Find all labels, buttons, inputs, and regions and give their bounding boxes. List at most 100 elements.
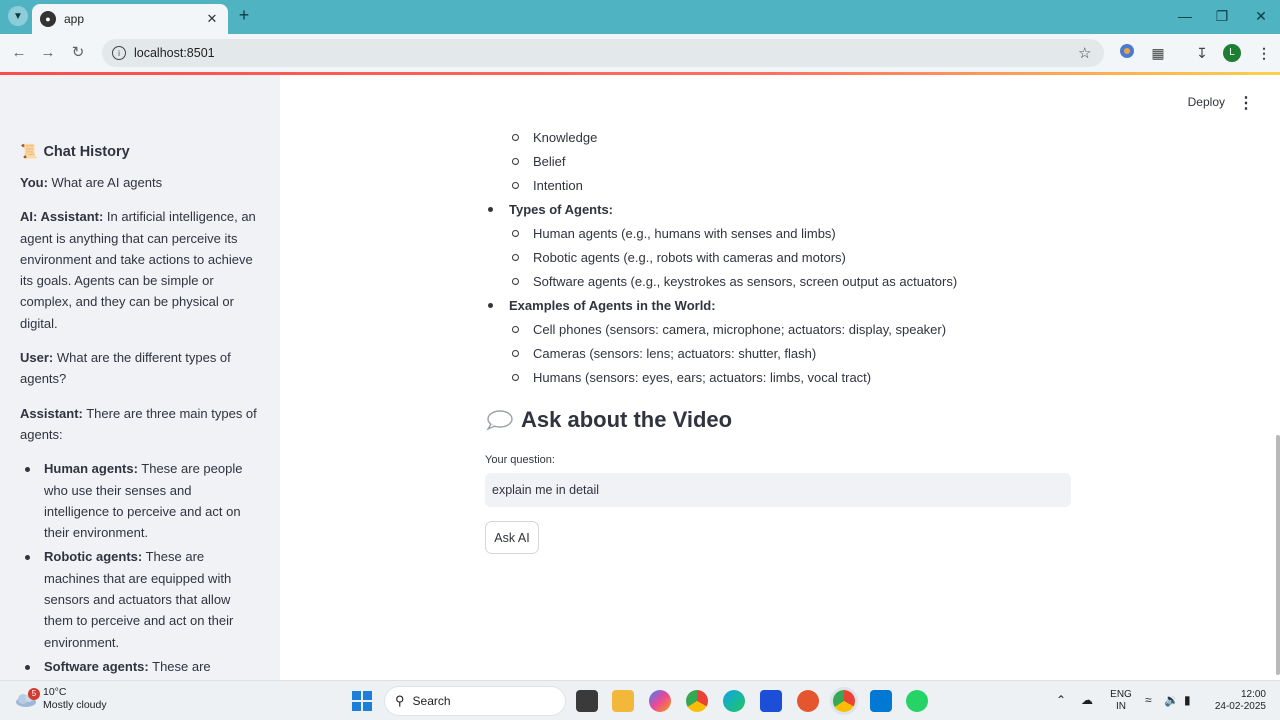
start-windows-icon[interactable] bbox=[352, 691, 372, 711]
streamlit-favicon-icon: ● bbox=[40, 11, 56, 27]
list-item: Software agents (e.g., keystrokes as sen… bbox=[512, 271, 1075, 295]
agent-type-desc: These are machines that are equipped wit… bbox=[44, 549, 234, 650]
browser-tab-app[interactable]: ● app ✕ bbox=[32, 4, 228, 34]
chrome-active-icon[interactable] bbox=[833, 690, 855, 712]
edge-icon[interactable] bbox=[723, 690, 745, 712]
clock[interactable]: 12:00 24-02-2025 bbox=[1208, 689, 1266, 713]
browser-tabstrip: ▼ ● app ✕ + — ❐ ✕ bbox=[0, 0, 1280, 34]
scroll-icon: 📜 bbox=[20, 143, 38, 159]
chrome-icon[interactable] bbox=[686, 690, 708, 712]
address-bar[interactable]: i localhost:8501 ☆ bbox=[102, 39, 1104, 67]
bookmark-star-icon[interactable]: ☆ bbox=[1078, 44, 1104, 62]
browser-toolbar: ← → ↻ i localhost:8501 ☆ ▦ ↧ L ⋮ bbox=[0, 34, 1280, 72]
store-icon[interactable] bbox=[760, 690, 782, 712]
chat-message: You: What are AI agents bbox=[20, 172, 260, 193]
battery-icon[interactable]: ▮ bbox=[1184, 693, 1191, 707]
speech-balloon-icon bbox=[486, 410, 513, 431]
message-speaker: Assistant: bbox=[20, 405, 83, 421]
agent-type-name: Human agents: bbox=[44, 461, 138, 477]
url-text[interactable]: localhost:8501 bbox=[134, 46, 1078, 60]
region-code: IN bbox=[1116, 701, 1126, 712]
agent-types-list: Human agents: These are people who use t… bbox=[20, 458, 260, 680]
main-scrollbar[interactable] bbox=[1276, 435, 1280, 675]
agent-type-name: Software agents: bbox=[44, 658, 149, 674]
types-heading: Types of Agents: bbox=[485, 199, 1075, 223]
weather-description: Mostly cloudy bbox=[43, 699, 107, 711]
extensions-puzzle-icon[interactable]: ▦ bbox=[1148, 43, 1168, 63]
close-window-icon[interactable]: ✕ bbox=[1250, 6, 1272, 26]
chat-history-title: 📜 Chat History bbox=[20, 143, 260, 160]
examples-heading: Examples of Agents in the World: bbox=[485, 295, 1075, 319]
list-item: Cell phones (sensors: camera, microphone… bbox=[512, 319, 1075, 343]
main-content: Deploy ⋮ Knowledge Belief Intention Type… bbox=[280, 75, 1280, 680]
answer-content: Knowledge Belief Intention Types of Agen… bbox=[485, 127, 1075, 391]
message-text: What are AI agents bbox=[47, 175, 163, 190]
message-speaker: You: bbox=[20, 175, 48, 190]
search-icon: ⚲ bbox=[395, 693, 405, 708]
browser-menu-kebab-icon[interactable]: ⋮ bbox=[1254, 43, 1274, 63]
message-text: In artificial intelligence, an agent is … bbox=[20, 209, 256, 331]
ask-heading-text: Ask about the Video bbox=[521, 407, 733, 432]
extension-shield-icon[interactable] bbox=[1117, 43, 1137, 63]
list-item: Software agents: These are computer prog… bbox=[25, 656, 260, 680]
chat-message: User: What are the different types of ag… bbox=[20, 347, 260, 390]
new-tab-icon[interactable]: + bbox=[234, 6, 254, 26]
question-label: Your question: bbox=[485, 454, 555, 466]
weather-badge: 5 bbox=[28, 688, 40, 700]
site-info-icon[interactable]: i bbox=[112, 46, 126, 60]
list-item: Intention bbox=[512, 175, 1075, 199]
copilot-icon[interactable] bbox=[649, 690, 671, 712]
deploy-button[interactable]: Deploy bbox=[1188, 95, 1225, 109]
list-item: Human agents (e.g., humans with senses a… bbox=[512, 223, 1075, 247]
temperature: 10°C bbox=[43, 686, 67, 698]
app-menu-kebab-icon[interactable]: ⋮ bbox=[1238, 93, 1254, 113]
language-indicator[interactable]: ENG IN bbox=[1108, 689, 1134, 713]
list-item: Robotic agents (e.g., robots with camera… bbox=[512, 247, 1075, 271]
chat-message: Assistant: There are three main types of… bbox=[20, 403, 260, 446]
close-tab-icon[interactable]: ✕ bbox=[204, 11, 220, 27]
weather-widget[interactable]: 5 10°C Mostly cloudy bbox=[14, 686, 107, 712]
message-speaker: AI: Assistant: bbox=[20, 209, 104, 225]
types-list: Human agents (e.g., humans with senses a… bbox=[485, 223, 1075, 295]
list-item: Humans (sensors: eyes, ears; actuators: … bbox=[512, 367, 1075, 391]
vscode-icon[interactable] bbox=[870, 690, 892, 712]
back-icon[interactable]: ← bbox=[9, 43, 29, 63]
whatsapp-icon[interactable] bbox=[906, 690, 928, 712]
maximize-icon[interactable]: ❐ bbox=[1211, 6, 1233, 26]
wifi-icon[interactable]: ≈ bbox=[1145, 693, 1152, 707]
download-icon[interactable]: ↧ bbox=[1192, 43, 1212, 63]
sidebar: 📜 Chat History You: What are AI agents A… bbox=[0, 75, 280, 680]
agent-type-name: Robotic agents: bbox=[44, 549, 143, 565]
tray-chevron-up-icon[interactable]: ⌃ bbox=[1056, 693, 1066, 707]
clock-time: 12:00 bbox=[1240, 689, 1266, 700]
tab-search-chevron-icon[interactable]: ▼ bbox=[8, 6, 28, 26]
clock-date: 24-02-2025 bbox=[1214, 701, 1266, 712]
profile-avatar[interactable]: L bbox=[1223, 44, 1241, 62]
ask-section-heading: Ask about the Video bbox=[485, 407, 732, 433]
taskbar: 5 10°C Mostly cloudy ⚲ Search ⌃ ☁ ENG IN… bbox=[0, 680, 1280, 720]
question-input[interactable] bbox=[485, 473, 1071, 507]
message-speaker: User: bbox=[20, 350, 54, 366]
onedrive-cloud-icon[interactable]: ☁ bbox=[1081, 693, 1093, 707]
language-code: ENG bbox=[1110, 689, 1132, 700]
wps-office-icon[interactable] bbox=[797, 690, 819, 712]
search-label: Search bbox=[412, 694, 451, 708]
list-item: Cameras (sensors: lens; actuators: shutt… bbox=[512, 343, 1075, 367]
chat-history-label: Chat History bbox=[43, 143, 130, 160]
list-item: Belief bbox=[512, 151, 1075, 175]
ask-ai-button[interactable]: Ask AI bbox=[485, 521, 539, 554]
forward-icon[interactable]: → bbox=[38, 43, 58, 63]
list-item: Knowledge bbox=[512, 127, 1075, 151]
list-item: Human agents: These are people who use t… bbox=[25, 458, 260, 543]
taskbar-search[interactable]: ⚲ Search bbox=[384, 686, 566, 716]
cloud-icon: 5 bbox=[14, 688, 40, 708]
bdi-list: Knowledge Belief Intention bbox=[485, 127, 1075, 199]
task-view-icon[interactable] bbox=[576, 690, 598, 712]
chat-message: AI: Assistant: In artificial intelligenc… bbox=[20, 206, 260, 334]
volume-icon[interactable]: 🔉 bbox=[1164, 693, 1179, 707]
reload-icon[interactable]: ↻ bbox=[68, 43, 88, 63]
minimize-icon[interactable]: — bbox=[1174, 6, 1196, 26]
file-explorer-icon[interactable] bbox=[612, 690, 634, 712]
list-item: Robotic agents: These are machines that … bbox=[25, 546, 260, 652]
tab-title: app bbox=[64, 12, 85, 26]
